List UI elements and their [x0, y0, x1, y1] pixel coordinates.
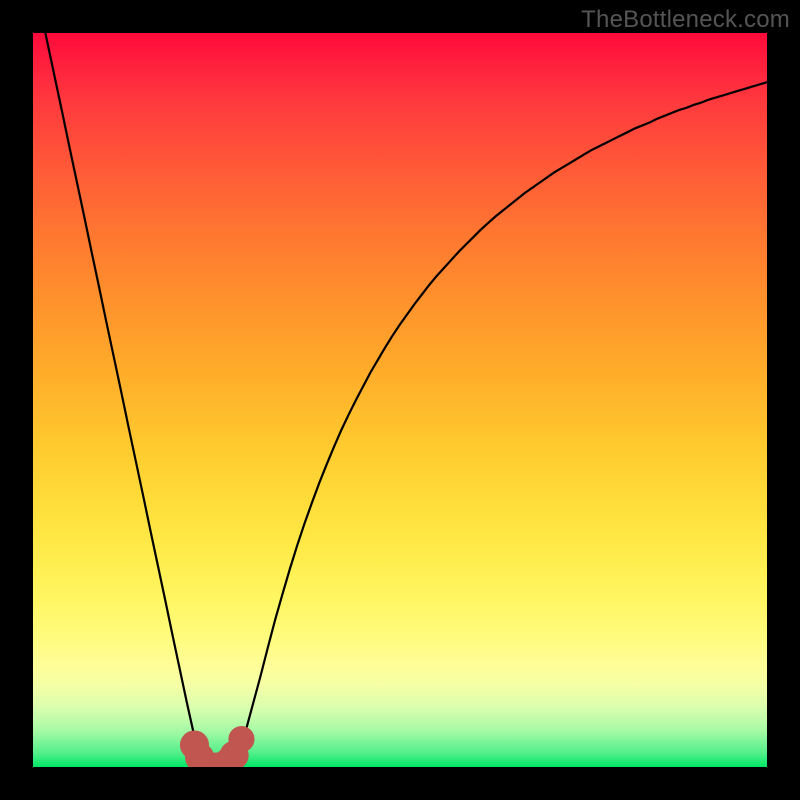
outer-frame: TheBottleneck.com [0, 0, 800, 800]
plot-area [33, 33, 767, 767]
watermark-text: TheBottleneck.com [581, 6, 790, 34]
valley-marker-dot [228, 726, 254, 752]
valley-markers [180, 726, 255, 767]
curve-layer [33, 33, 767, 767]
bottleneck-curve [33, 33, 767, 767]
